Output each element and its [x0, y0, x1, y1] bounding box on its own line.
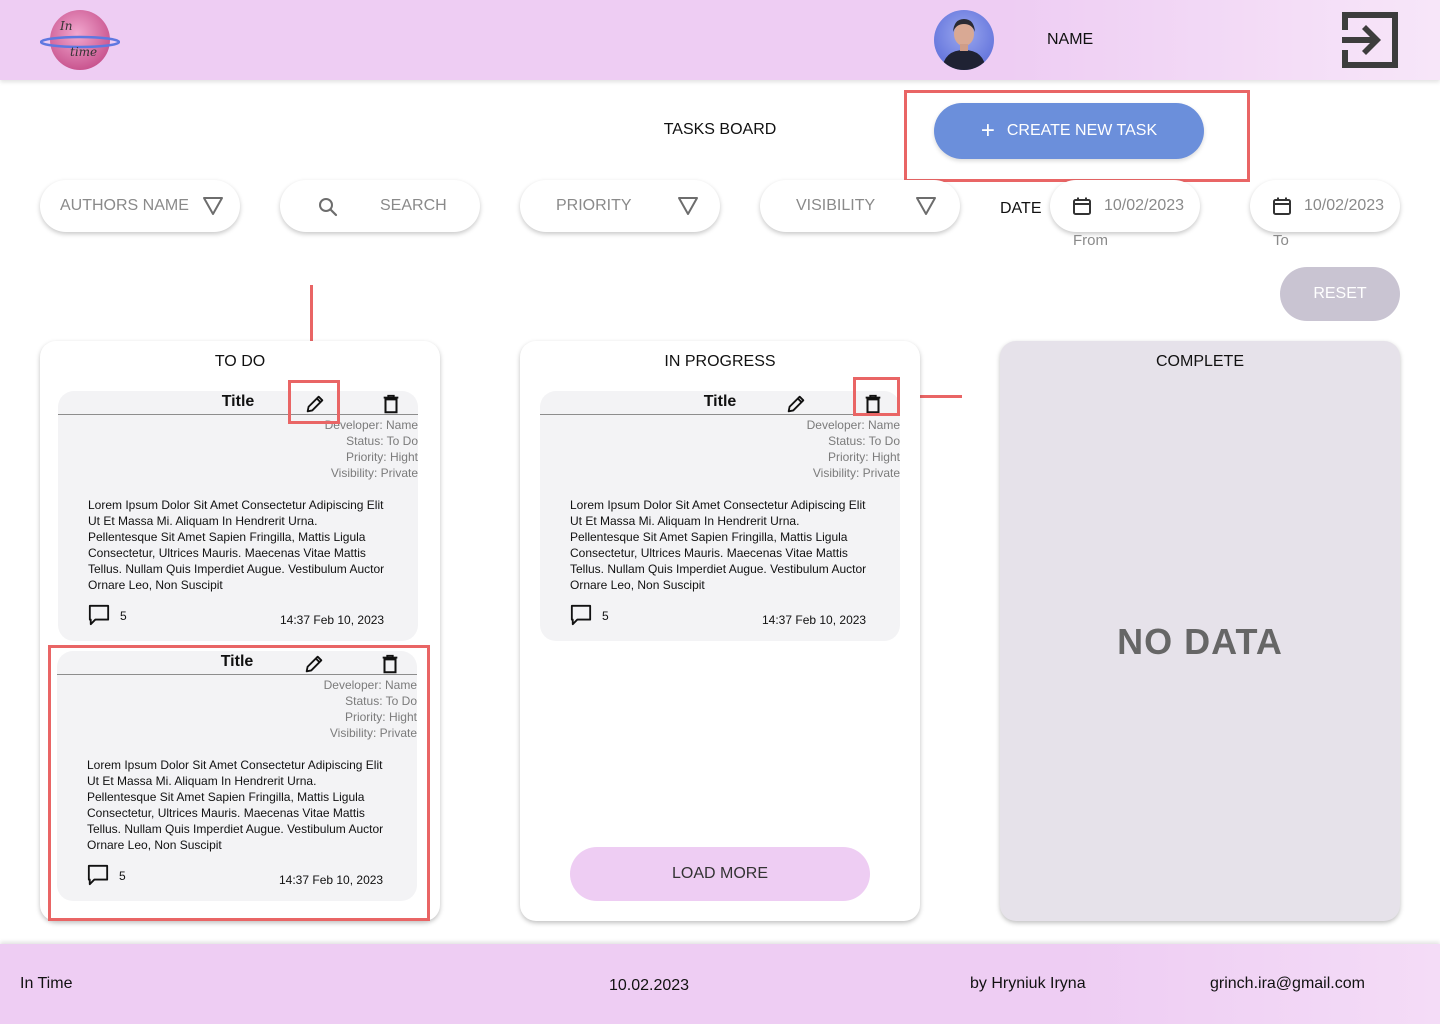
search-input[interactable]: SEARCH — [380, 197, 447, 215]
card-meta: Developer: Name Status: To Do Priority: … — [807, 417, 900, 481]
calendar-icon — [1272, 196, 1292, 216]
card-visibility: Visibility: Private — [812, 466, 900, 480]
column-title: TO DO — [214, 353, 266, 370]
card-meta: Developer: Name Status: To Do Priority: … — [325, 417, 418, 481]
comment-icon[interactable] — [570, 604, 592, 626]
card-priority: Priority: Hight — [345, 450, 418, 464]
column-title: IN PROGRESS — [664, 353, 776, 370]
page-title: TASKS BOARD — [663, 121, 777, 138]
card-developer: Developer: Name — [323, 678, 417, 692]
card-title: Title — [703, 393, 737, 410]
task-card[interactable]: Title Developer: Name Status: To Do Prio… — [58, 391, 418, 641]
card-description: Lorem Ipsum Dolor Sit Amet Consectetur A… — [570, 498, 867, 592]
calendar-icon — [1072, 196, 1092, 216]
date-to-value: 10/02/2023 — [1304, 197, 1385, 214]
comment-icon[interactable] — [87, 864, 109, 886]
logout-icon[interactable] — [1338, 8, 1402, 72]
card-timestamp: 14:37 Feb 10, 2023 — [762, 613, 867, 627]
date-from-picker[interactable]: 10/02/2023 — [1050, 180, 1200, 232]
date-label: DATE — [1000, 200, 1042, 217]
empty-state: NO DATA — [1117, 621, 1283, 662]
plus-icon: + — [980, 117, 995, 144]
user-portrait-icon — [942, 19, 986, 70]
card-priority: Priority: Hight — [344, 710, 417, 724]
authors-filter-label: AUTHORS NAME — [60, 197, 189, 214]
card-description: Lorem Ipsum Dolor Sit Amet Consectetur A… — [87, 758, 384, 852]
planet-logo-icon[interactable]: In time — [40, 8, 120, 72]
authors-filter[interactable]: AUTHORS NAME — [40, 180, 240, 232]
triangle-down-icon — [677, 196, 699, 216]
priority-filter-label: PRIORITY — [556, 197, 632, 214]
card-timestamp: 14:37 Feb 10, 2023 — [279, 873, 384, 887]
comment-count: 5 — [602, 609, 609, 623]
task-card[interactable]: Title Developer: Name Status: To Do Prio… — [57, 651, 417, 901]
reset-button[interactable]: RESET — [1280, 267, 1400, 321]
trash-icon[interactable] — [862, 393, 884, 415]
load-more-button[interactable]: LOAD MORE — [570, 847, 870, 901]
date-from-value: 10/02/2023 — [1104, 197, 1185, 214]
footer: In Time 10.02.2023 by Hryniuk Iryna grin… — [0, 944, 1440, 1024]
priority-filter[interactable]: PRIORITY — [520, 180, 720, 232]
card-meta: Developer: Name Status: To Do Priority: … — [324, 677, 417, 741]
date-from-caption: From — [1073, 232, 1108, 249]
svg-text:time: time — [70, 45, 97, 59]
column-complete: COMPLETE NO DATA — [1000, 341, 1400, 921]
pencil-icon[interactable] — [304, 393, 326, 415]
pencil-icon[interactable] — [785, 393, 807, 415]
comment-count: 5 — [120, 609, 127, 623]
task-card[interactable]: Title Developer: Name Status: To Do Prio… — [540, 391, 900, 641]
card-status: Status: To Do — [828, 434, 900, 448]
triangle-down-icon — [202, 196, 224, 216]
card-timestamp: 14:37 Feb 10, 2023 — [280, 613, 385, 627]
header: In time NAME — [0, 0, 1440, 80]
card-status: Status: To Do — [345, 694, 417, 708]
card-developer: Developer: Name — [806, 418, 900, 432]
footer-email[interactable]: grinch.ira@gmail.com — [1210, 975, 1365, 993]
user-name: NAME — [1047, 31, 1094, 48]
card-description: Lorem Ipsum Dolor Sit Amet Consectetur A… — [88, 498, 385, 592]
column-todo: TO DO Title Developer: Name Status: To D… — [40, 341, 440, 921]
create-new-task-button[interactable]: + CREATE NEW TASK — [934, 103, 1204, 159]
triangle-down-icon — [915, 196, 937, 216]
date-to-caption: To — [1273, 232, 1289, 249]
svg-text:In: In — [59, 19, 72, 33]
column-in-progress: IN PROGRESS Title Developer: Name Status… — [520, 341, 920, 921]
card-visibility: Visibility: Private — [329, 726, 417, 740]
card-developer: Developer: Name — [324, 418, 418, 432]
visibility-filter-label: VISIBILITY — [796, 197, 876, 214]
card-title: Title — [221, 393, 255, 410]
card-title: Title — [220, 653, 254, 670]
visibility-filter[interactable]: VISIBILITY — [760, 180, 960, 232]
card-visibility: Visibility: Private — [330, 466, 418, 480]
column-title: COMPLETE — [1155, 353, 1244, 370]
footer-author: by Hryniuk Iryna — [970, 975, 1086, 992]
pencil-icon[interactable] — [303, 653, 325, 675]
search-icon — [318, 197, 338, 217]
create-button-label: CREATE NEW TASK — [1006, 122, 1158, 139]
trash-icon[interactable] — [379, 653, 401, 675]
trash-icon[interactable] — [380, 393, 402, 415]
comment-count: 5 — [119, 869, 126, 883]
card-priority: Priority: Hight — [827, 450, 900, 464]
date-to-picker[interactable]: 10/02/2023 — [1250, 180, 1400, 232]
card-status: Status: To Do — [346, 434, 418, 448]
footer-date: 10.02.2023 — [609, 977, 690, 994]
search-field[interactable]: SEARCH — [280, 180, 480, 232]
comment-icon[interactable] — [88, 604, 110, 626]
avatar[interactable] — [934, 10, 994, 70]
footer-app-name: In Time — [20, 975, 73, 992]
